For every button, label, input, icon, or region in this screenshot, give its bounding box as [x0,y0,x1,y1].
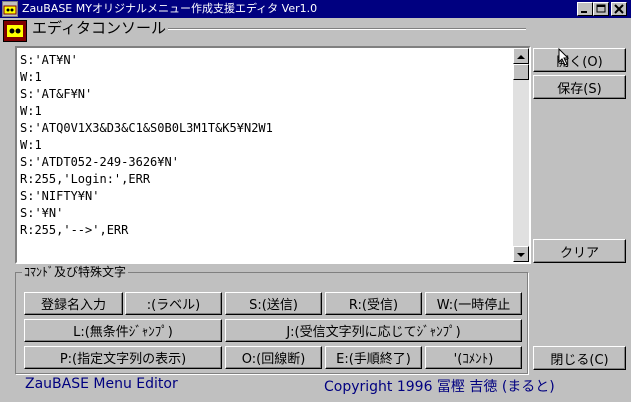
maximize-button[interactable] [593,2,609,16]
scroll-up-icon [517,55,525,59]
save-button[interactable]: 保存(S) [533,75,626,99]
scroll-up-button[interactable] [513,48,529,64]
open-button[interactable]: 開く(O) [533,48,626,72]
scroll-thumb[interactable] [513,64,529,80]
command-send[interactable]: S:(送信) [225,292,322,315]
close-button[interactable]: 閉じる(C) [533,346,626,370]
command-register-name[interactable]: 登録名入力 [24,292,123,315]
clear-button[interactable]: クリア [533,239,626,263]
editor-line: R:255,'-->',ERR [20,223,129,237]
editor-line: W:1 [20,138,42,152]
minimize-icon [581,11,587,13]
commands-group-label: ｺﾏﾝﾄﾞ及び特殊文字 [22,265,129,279]
command-offline[interactable]: O:(回線断) [225,346,322,369]
group-divider [168,28,526,30]
command-receive[interactable]: R:(受信) [325,292,422,315]
command-conditional-jump[interactable]: J:(受信文字列に応じてｼﾞｬﾝﾌﾟ) [225,319,522,342]
footer-copyright: Copyright 1996 冨樫 吉徳 (まると) [324,379,555,395]
command-label[interactable]: :(ラベル) [125,292,222,315]
editor-line: S:'NIFTY¥N' [20,189,100,203]
scroll-down-button[interactable] [513,246,529,262]
editor-line: S:'¥N' [20,206,64,220]
app-icon[interactable] [2,1,18,17]
editor-scrollbar[interactable] [513,48,529,262]
editor-line: S:'AT¥N' [20,53,78,67]
command-wait[interactable]: W:(一時停止 [425,292,522,315]
script-editor[interactable]: S:'AT¥N' W:1 S:'AT&F¥N' W:1 S:'ATQ0V1X3&D3&C… [15,46,531,264]
system-menu-icon[interactable] [3,20,27,42]
footer-app-name: ZauBASE Menu Editor [25,376,178,392]
editor-text[interactable]: S:'AT¥N' W:1 S:'AT&F¥N' W:1 S:'ATQ0V1X3&D3&C… [20,52,511,239]
minimize-button[interactable] [577,2,593,16]
command-jump[interactable]: L:(無条件ｼﾞｬﾝﾌﾟ) [24,319,222,342]
editor-line: W:1 [20,70,42,84]
console-group-title: エディタコンソール [32,19,166,37]
window-title: ZauBASE MYオリジナルメニュー作成支援エディタ Ver1.0 [22,2,318,15]
command-end[interactable]: E:(手順終了) [325,346,422,369]
command-comment[interactable]: '(ｺﾒﾝﾄ) [425,346,522,369]
maximize-icon [596,4,606,13]
editor-line: S:'ATQ0V1X3&D3&C1&S0B0L3M1T&K5¥N2W1 [20,121,273,135]
title-bar[interactable]: ZauBASE MYオリジナルメニュー作成支援エディタ Ver1.0 [0,0,631,18]
editor-line: W:1 [20,104,42,118]
scroll-down-icon [517,253,525,257]
close-window-button[interactable] [611,2,627,16]
editor-line: R:255,'Login:',ERR [20,172,151,186]
command-print[interactable]: P:(指定文字列の表示) [24,346,222,369]
editor-line: S:'ATDT052-249-3626¥N' [20,155,179,169]
close-icon [614,4,624,14]
editor-line: S:'AT&F¥N' [20,87,93,101]
mouse-pointer-icon [558,48,570,66]
